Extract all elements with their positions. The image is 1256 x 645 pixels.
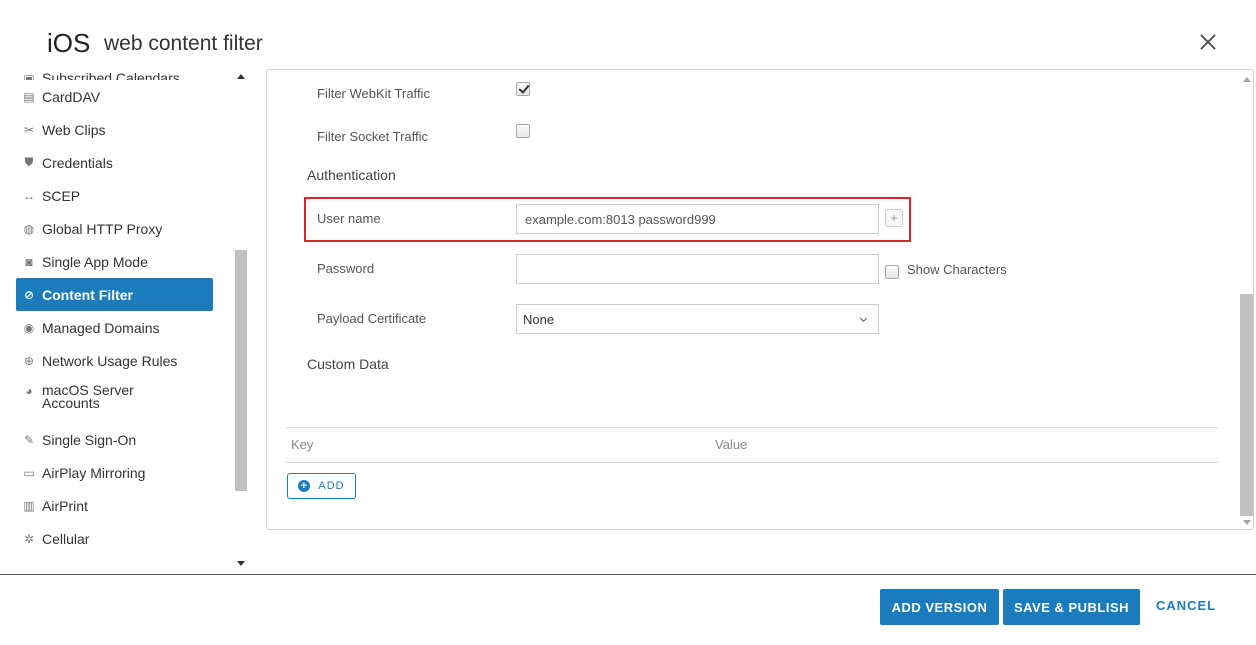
save-publish-button[interactable]: SAVE & PUBLISH [1003,589,1140,625]
scrollbar-thumb[interactable] [235,250,247,491]
scroll-up-icon[interactable] [237,74,245,79]
platform-label: iOS [47,28,91,58]
password-input[interactable] [516,254,879,284]
sidebar-item-single-app-mode[interactable]: ◙ Single App Mode [16,245,213,278]
sidebar-scrollbar[interactable] [234,70,248,568]
sidebar-item-macos-server-accounts[interactable]: ◕ macOS Server Accounts [16,377,213,423]
sidebar-item-scep[interactable]: ↔ SCEP [16,179,213,212]
close-icon[interactable] [1196,30,1220,54]
payload-certificate-select[interactable]: None [516,304,879,334]
chevron-down-icon [859,314,868,323]
scroll-up-icon[interactable] [1243,77,1251,82]
page-title: web content filter [104,32,263,55]
sidebar-item-global-http-proxy[interactable]: ◍ Global HTTP Proxy [16,212,213,245]
payload-certificate-value: None [523,311,555,327]
custom-data-heading: Custom Data [307,356,389,372]
show-characters-checkbox[interactable] [885,265,899,279]
table-top-divider [286,427,1218,428]
scissors-icon: ✂ [23,122,35,137]
airplay-icon: ▭ [23,465,35,480]
footer-divider [0,574,1256,575]
content-filter-modal: iOS web content filter ▣ Subscribed Cale… [0,0,1256,645]
sidebar-item-web-clips[interactable]: ✂ Web Clips [16,113,213,146]
payload-list: ▣ Subscribed Calendars ▤ CardDAV ✂ Web C… [16,58,213,555]
filter-webkit-checkbox[interactable] [516,82,530,96]
add-version-button[interactable]: ADD VERSION [880,589,999,625]
sidebar-item-single-sign-on[interactable]: ✎ Single Sign-On [16,423,213,456]
network-icon: ⊕ [23,353,35,368]
table-header-divider [286,462,1218,463]
column-header-key: Key [291,437,314,452]
show-characters-label: Show Characters [907,262,1007,277]
add-variable-button[interactable]: + [885,209,903,227]
compass-icon: ⊘ [23,287,35,302]
sidebar-item-content-filter[interactable]: ⊘ Content Filter [16,278,213,311]
edit-icon: ✎ [23,432,35,447]
contact-card-icon: ▤ [23,89,35,104]
scrollbar-thumb[interactable] [1240,294,1253,516]
plus-circle-icon: + [298,480,311,492]
username-input[interactable] [516,204,879,234]
sidebar-item-airprint[interactable]: ▥ AirPrint [16,489,213,522]
filter-socket-label: Filter Socket Traffic [317,129,429,144]
scroll-down-icon[interactable] [1243,520,1251,525]
scroll-down-icon[interactable] [237,561,245,566]
modal-header: iOS web content filter [0,0,1256,66]
username-label: User name [317,211,381,226]
shield-icon: ⛊ [24,155,34,169]
sidebar-item-managed-domains[interactable]: ◉ Managed Domains [16,311,213,344]
sidebar-item-airplay-mirroring[interactable]: ▭ AirPlay Mirroring [16,456,213,489]
server-globe-icon: ◕ [25,384,33,398]
plus-icon: + [890,211,898,225]
payload-certificate-label: Payload Certificate [317,311,427,326]
gear-icon: ✲ [23,531,35,546]
filter-socket-checkbox[interactable] [516,124,530,138]
globe-lock-icon: ◉ [23,320,35,335]
payload-sidebar: ▣ Subscribed Calendars ▤ CardDAV ✂ Web C… [0,58,250,572]
sidebar-item-subscribed-calendars[interactable]: ▣ Subscribed Calendars [16,58,213,80]
arrows-icon: ↔ [23,188,35,203]
panel-scrollbar[interactable] [1239,70,1254,529]
sidebar-item-credentials[interactable]: ⛊ Credentials [16,146,213,179]
sidebar-item-cellular[interactable]: ✲ Cellular [16,522,213,555]
filter-webkit-label: Filter WebKit Traffic [317,86,430,101]
printer-icon: ▥ [23,498,35,513]
sidebar-item-network-usage-rules[interactable]: ⊕ Network Usage Rules [16,344,213,377]
calendar-add-icon: ▣ [23,72,35,80]
lock-icon: ◙ [25,254,33,269]
add-custom-data-button[interactable]: + ADD [287,473,356,499]
sidebar-item-carddav[interactable]: ▤ CardDAV [16,80,213,113]
globe-icon: ◍ [23,221,35,236]
cancel-button[interactable]: CANCEL [1156,598,1216,613]
column-header-value: Value [715,437,748,452]
authentication-heading: Authentication [307,167,396,183]
password-label: Password [317,261,375,276]
